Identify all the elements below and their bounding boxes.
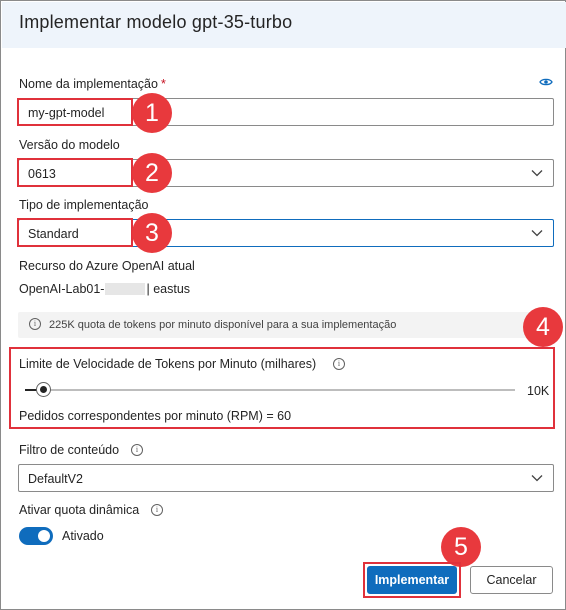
deploy-model-dialog: Implementar modelo gpt-35-turbo Nome da …: [0, 0, 566, 610]
chevron-down-icon: [531, 170, 543, 177]
annotation-badge-2: 2: [132, 153, 172, 193]
chevron-down-icon: [531, 475, 543, 482]
deployment-name-label: Nome da implementação *: [19, 77, 166, 91]
highlight-model-version: [17, 158, 133, 187]
resource-label: Recurso do Azure OpenAI atual: [19, 259, 195, 273]
resource-value: OpenAI-Lab01- | eastus: [19, 282, 191, 296]
dialog-header: Implementar modelo gpt-35-turbo: [2, 2, 566, 48]
dynamic-quota-label: Ativar quota dinâmica: [19, 503, 140, 517]
info-icon: i: [29, 318, 41, 330]
info-icon[interactable]: i: [131, 444, 143, 456]
content-filter-select[interactable]: DefaultV2: [18, 464, 554, 492]
chevron-down-icon: [531, 230, 543, 237]
toggle-knob: [38, 530, 50, 542]
dynamic-quota-toggle[interactable]: [19, 527, 53, 545]
rate-limit-label: Limite de Velocidade de Tokens por Minut…: [19, 357, 317, 371]
dialog-title: Implementar modelo gpt-35-turbo: [19, 12, 293, 32]
highlight-deployment-type: [17, 218, 133, 247]
eye-icon[interactable]: [539, 77, 553, 87]
redacted-block: [105, 283, 146, 295]
annotation-badge-1: 1: [132, 93, 172, 133]
deploy-button[interactable]: Implementar: [367, 566, 457, 594]
info-icon[interactable]: i: [151, 504, 163, 516]
quota-info-bar: i 225K quota de tokens por minuto dispon…: [18, 312, 554, 338]
rate-limit-slider-thumb[interactable]: [36, 382, 51, 397]
dynamic-quota-state: Ativado: [62, 529, 104, 543]
annotation-badge-4: 4: [523, 307, 563, 347]
rpm-text: Pedidos correspondentes por minuto (RPM)…: [19, 409, 292, 423]
rate-limit-value: 10K: [527, 384, 550, 398]
annotation-badge-3: 3: [132, 213, 172, 253]
content-filter-label: Filtro de conteúdo: [19, 443, 120, 457]
highlight-deployment-name: [17, 98, 133, 126]
model-version-label: Versão do modelo: [19, 138, 120, 152]
deployment-type-label: Tipo de implementação: [19, 198, 149, 212]
info-icon[interactable]: i: [333, 358, 345, 370]
annotation-badge-5: 5: [441, 527, 481, 567]
required-mark: *: [160, 77, 166, 91]
cancel-button[interactable]: Cancelar: [470, 566, 553, 594]
rate-limit-slider-track[interactable]: [25, 389, 515, 391]
